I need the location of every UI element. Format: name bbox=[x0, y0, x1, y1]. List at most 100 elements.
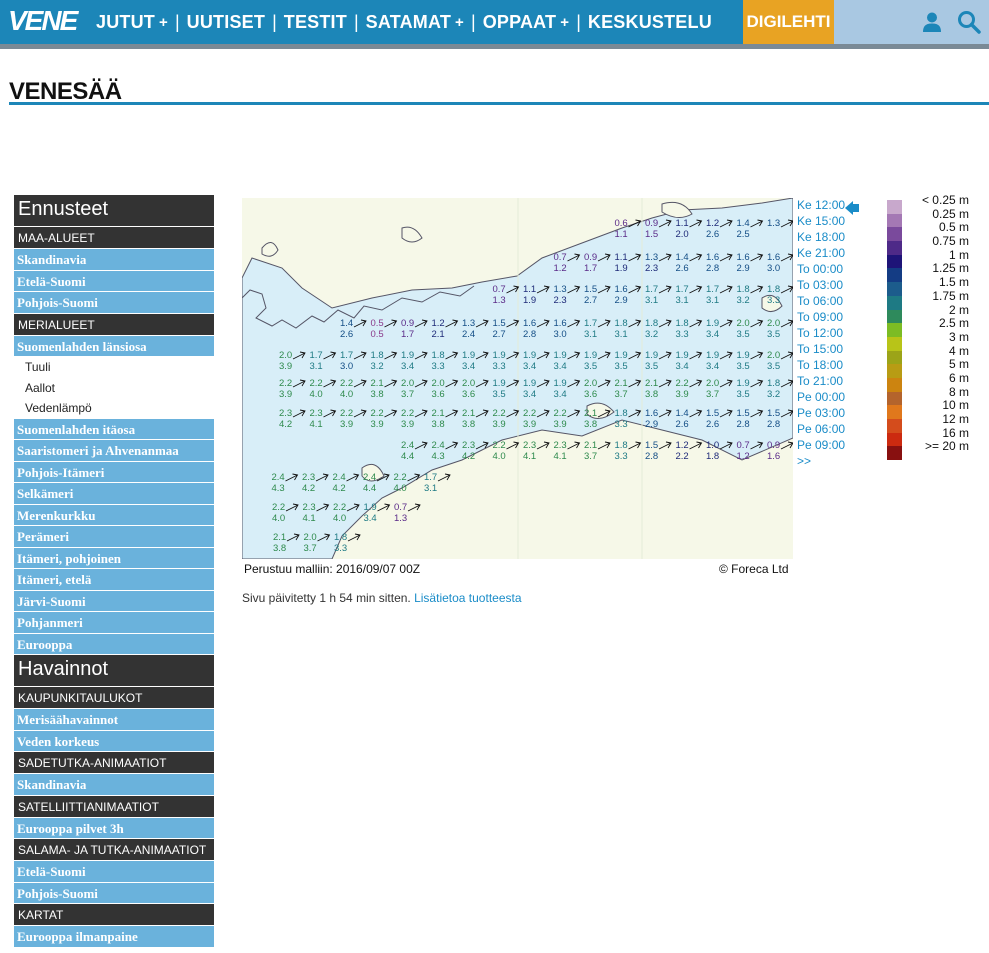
sidebar-item-selkämeri[interactable]: Selkämeri bbox=[14, 483, 214, 505]
nav-item-jutut[interactable]: JUTUT + bbox=[96, 12, 168, 33]
sidebar-category-merialueet[interactable]: MERIALUEET bbox=[14, 313, 214, 336]
legend-label: < 0.25 m bbox=[921, 193, 969, 207]
sidebar-item-eurooppa[interactable]: Eurooppa bbox=[14, 633, 214, 655]
forecast-time-item[interactable]: To 18:00 bbox=[793, 358, 848, 374]
sidebar-item-vedenlämpö[interactable]: Vedenlämpö bbox=[14, 398, 214, 419]
sidebar-item-järvi-suomi[interactable]: Järvi-Suomi bbox=[14, 590, 214, 612]
forecast-time-item[interactable]: Pe 06:00 bbox=[793, 422, 848, 438]
digilehti-button[interactable]: DIGILEHTI bbox=[743, 0, 834, 44]
forecast-time-item[interactable]: Ke 18:00 bbox=[793, 230, 848, 246]
sidebar-item-merenkurkku[interactable]: Merenkurkku bbox=[14, 504, 214, 526]
forecast-time-item[interactable]: To 15:00 bbox=[793, 342, 848, 358]
wave-max-value: 4.0 bbox=[340, 389, 353, 400]
wave-height-value: 1.8 bbox=[737, 284, 750, 295]
sidebar-category-kaupunkitaulukot[interactable]: KAUPUNKITAULUKOT bbox=[14, 687, 214, 709]
sidebar-item-suomenlahden-itäosa[interactable]: Suomenlahden itäosa bbox=[14, 418, 214, 440]
submenu-plus-icon[interactable]: + bbox=[159, 14, 168, 31]
legend-label: 1.75 m bbox=[932, 288, 969, 303]
wave-max-value: 3.7 bbox=[401, 389, 414, 400]
sidebar-item-pohjois-suomi[interactable]: Pohjois-Suomi bbox=[14, 882, 214, 904]
wave-max-value: 3.4 bbox=[462, 361, 475, 372]
nav-separator: | bbox=[576, 11, 581, 32]
sidebar-item-tuuli[interactable]: Tuuli bbox=[14, 357, 214, 378]
sidebar-item-pohjanmeri[interactable]: Pohjanmeri bbox=[14, 612, 214, 634]
forecast-time-item[interactable]: Pe 00:00 bbox=[793, 390, 848, 406]
sidebar-item-merisäähavainnot[interactable]: Merisäähavainnot bbox=[14, 709, 214, 731]
wave-height-value: 2.0 bbox=[279, 350, 292, 361]
wave-max-value: 4.1 bbox=[303, 513, 316, 524]
more-times-link[interactable]: >> bbox=[793, 454, 848, 470]
forecast-time-item[interactable]: Ke 12:00 bbox=[793, 198, 848, 214]
sidebar-item-etelä-suomi[interactable]: Etelä-Suomi bbox=[14, 270, 214, 292]
legend-label: 12 m bbox=[942, 412, 969, 426]
wave-height-value: 2.3 bbox=[523, 440, 536, 451]
sidebar-item-pohjois-suomi[interactable]: Pohjois-Suomi bbox=[14, 292, 214, 314]
submenu-plus-icon[interactable]: + bbox=[455, 14, 464, 31]
forecast-time-item[interactable]: Ke 15:00 bbox=[793, 214, 848, 230]
wave-height-value: 1.5 bbox=[706, 408, 719, 419]
forecast-time-item[interactable]: To 12:00 bbox=[793, 326, 848, 342]
submenu-plus-icon[interactable]: + bbox=[560, 14, 569, 31]
sidebar-item-pohjois-itämeri[interactable]: Pohjois-Itämeri bbox=[14, 461, 214, 483]
updated-info: Sivu päivitetty 1 h 54 min sitten. Lisät… bbox=[242, 591, 522, 605]
wave-height-value: 1.9 bbox=[584, 350, 597, 361]
sidebar-category-salama-ja-tutka-animaatiot[interactable]: SALAMA- JA TUTKA-ANIMAATIOT bbox=[14, 839, 214, 861]
wave-height-value: 1.5 bbox=[767, 408, 780, 419]
sidebar-item-skandinavia[interactable]: Skandinavia bbox=[14, 249, 214, 271]
forecast-time-item[interactable]: To 06:00 bbox=[793, 294, 848, 310]
sidebar-category-sadetutka-animaatiot[interactable]: SADETUTKA-ANIMAATIOT bbox=[14, 752, 214, 774]
wave-height-value: 1.9 bbox=[737, 378, 750, 389]
sidebar-item-eurooppa-ilmanpaine[interactable]: Eurooppa ilmanpaine bbox=[14, 926, 214, 948]
forecast-time-item[interactable]: Pe 09:00 bbox=[793, 438, 848, 454]
wave-height-value: 2.2 bbox=[371, 408, 384, 419]
sidebar-category-maa-alueet[interactable]: MAA-ALUEET bbox=[14, 227, 214, 249]
sidebar-item-itämeri-pohjoinen[interactable]: Itämeri, pohjoinen bbox=[14, 547, 214, 569]
wave-height-value: 2.4 bbox=[272, 472, 285, 483]
wave-height-value: 2.1 bbox=[371, 378, 384, 389]
nav-item-uutiset[interactable]: UUTISET bbox=[187, 12, 265, 33]
user-icon[interactable] bbox=[921, 11, 943, 33]
site-logo[interactable]: VENE bbox=[8, 5, 78, 37]
nav-item-label: OPPAAT bbox=[482, 11, 557, 32]
wave-height-value: 2.2 bbox=[394, 472, 407, 483]
forecast-time-item[interactable]: To 09:00 bbox=[793, 310, 848, 326]
sidebar-item-aallot[interactable]: Aallot bbox=[14, 377, 214, 398]
sidebar-category-kartat[interactable]: KARTAT bbox=[14, 904, 214, 926]
wave-max-value: 1.7 bbox=[401, 329, 414, 340]
sidebar-item-skandinavia[interactable]: Skandinavia bbox=[14, 774, 214, 796]
sidebar-item-eurooppa-pilvet-3h[interactable]: Eurooppa pilvet 3h bbox=[14, 817, 214, 839]
wave-height-value: 1.6 bbox=[523, 318, 536, 329]
sidebar-item-veden-korkeus[interactable]: Veden korkeus bbox=[14, 730, 214, 752]
wave-height-value: 1.9 bbox=[523, 350, 536, 361]
wave-max-value: 3.1 bbox=[645, 295, 658, 306]
nav-item-satamat[interactable]: SATAMAT + bbox=[366, 12, 464, 33]
sidebar-item-perämeri[interactable]: Perämeri bbox=[14, 526, 214, 548]
wave-max-value: 4.1 bbox=[310, 419, 323, 430]
wave-height-value: 0.7 bbox=[493, 284, 506, 295]
sidebar-category-satelliittianimaatiot[interactable]: SATELLIITTIANIMAATIOT bbox=[14, 795, 214, 818]
forecast-time-item[interactable]: To 00:00 bbox=[793, 262, 848, 278]
sidebar-item-itämeri-etelä[interactable]: Itämeri, etelä bbox=[14, 569, 214, 591]
nav-item-oppaat[interactable]: OPPAAT + bbox=[483, 12, 570, 33]
legend-label: 0.5 m bbox=[938, 220, 969, 235]
sidebar-item-saaristomeri-ja-ahvenanmaa[interactable]: Saaristomeri ja Ahvenanmaa bbox=[14, 440, 214, 462]
nav-item-keskustelu[interactable]: KESKUSTELU bbox=[588, 12, 712, 33]
wave-height-value: 0.5 bbox=[371, 318, 384, 329]
legend-label: 1.25 m bbox=[932, 261, 969, 276]
sidebar-item-suomenlahden-länsiosa[interactable]: Suomenlahden länsiosa bbox=[14, 335, 214, 357]
search-icon[interactable] bbox=[957, 10, 981, 34]
nav-item-label: JUTUT bbox=[96, 11, 155, 32]
forecast-time-item[interactable]: Ke 21:00 bbox=[793, 246, 848, 262]
nav-item-testit[interactable]: TESTIT bbox=[284, 12, 347, 33]
forecast-time-item[interactable]: To 03:00 bbox=[793, 278, 848, 294]
wave-max-value: 4.4 bbox=[363, 483, 376, 494]
wave-max-value: 2.0 bbox=[676, 229, 689, 240]
wave-height-value: 2.2 bbox=[676, 378, 689, 389]
wave-height-value: 0.9 bbox=[584, 252, 597, 263]
sidebar-item-etelä-suomi[interactable]: Etelä-Suomi bbox=[14, 861, 214, 883]
forecast-time-item[interactable]: Pe 03:00 bbox=[793, 406, 848, 422]
forecast-time-item[interactable]: To 21:00 bbox=[793, 374, 848, 390]
product-info-link[interactable]: Lisätietoa tuotteesta bbox=[414, 591, 521, 605]
nav-separator: | bbox=[353, 11, 359, 32]
legend-swatch bbox=[887, 446, 902, 461]
